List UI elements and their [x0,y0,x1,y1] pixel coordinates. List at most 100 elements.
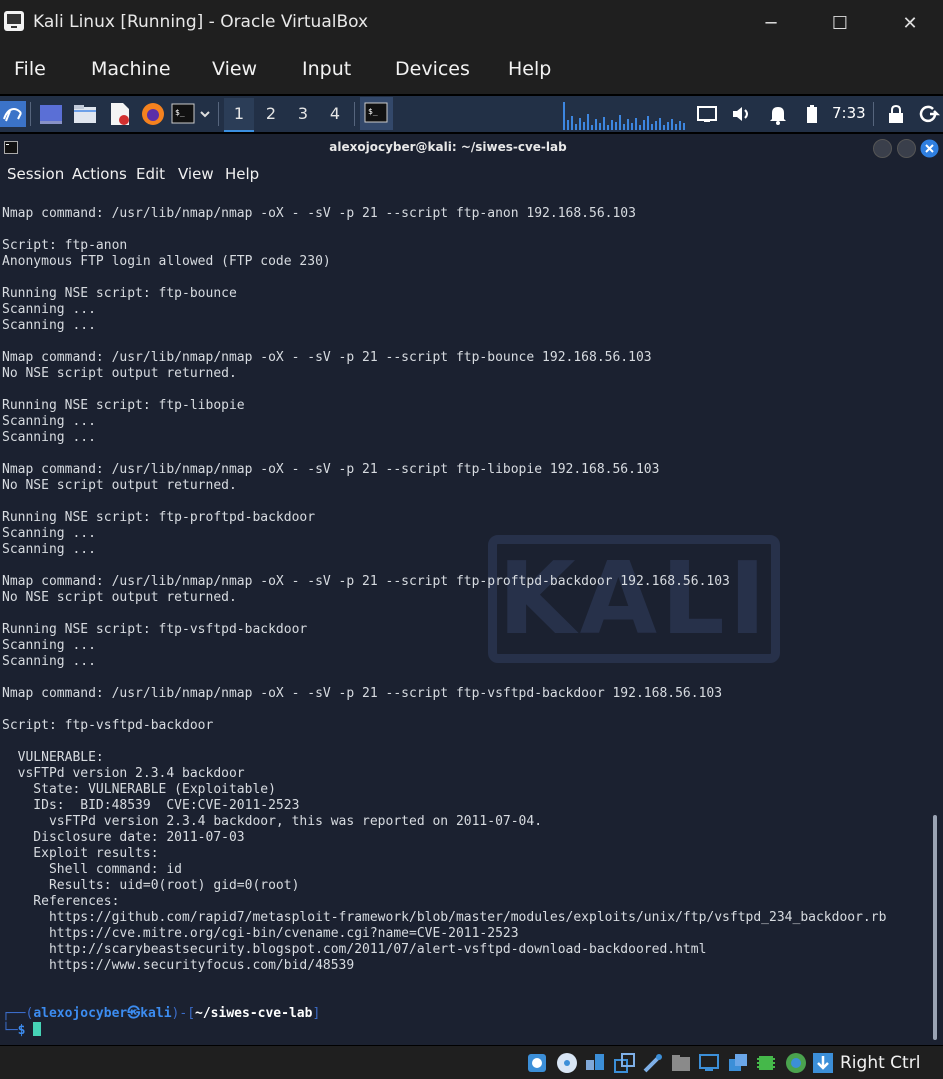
terminal-line: Nmap command: /usr/lib/nmap/nmap -oX - -… [2,574,730,589]
workspace-4[interactable]: 4 [320,98,350,130]
hard-disk-icon[interactable] [526,1052,548,1074]
keyboard-capture-icon[interactable] [812,1052,834,1074]
volume-icon[interactable] [730,102,754,126]
mouse-integration-icon[interactable] [785,1052,807,1074]
menu-help[interactable]: Help [508,58,551,80]
terminal-line: Scanning ... [2,302,96,317]
svg-text:$_: $_ [368,107,378,116]
desktop-icon[interactable] [39,102,63,126]
terminal-line: Exploit results: [2,846,159,861]
menu-view[interactable]: View [212,58,257,80]
terminal-line: vsFTPd version 2.3.4 backdoor, this was … [2,814,543,829]
terminal-line: IDs: BID:48539 CVE:CVE-2011-2523 [2,798,300,813]
terminal-line: Running NSE script: ftp-vsftpd-backdoor [2,622,308,637]
terminal-line: Scanning ... [2,430,96,445]
network-icon[interactable] [614,1052,636,1074]
terminal-menubar: Session Actions Edit View Help [0,161,943,187]
menu-input[interactable]: Input [302,58,351,80]
terminal-line: No NSE script output returned. [2,590,237,605]
menu-machine[interactable]: Machine [91,58,171,80]
usb-icon[interactable] [642,1052,664,1074]
optical-drive-icon[interactable] [556,1052,578,1074]
firefox-icon[interactable] [141,102,165,126]
terminal-line: Nmap command: /usr/lib/nmap/nmap -oX - -… [2,686,723,701]
recording-icon[interactable] [727,1052,749,1074]
terminal-line: Scanning ... [2,638,96,653]
minimize-button[interactable]: ─ [750,6,792,40]
terminal-line: Nmap command: /usr/lib/nmap/nmap -oX - -… [2,350,652,365]
virtualbox-app-icon [4,11,24,31]
display-icon[interactable] [695,102,719,126]
terminal-line: Scanning ... [2,526,96,541]
terminal-dropdown-icon[interactable] [198,102,212,126]
shared-folders-icon[interactable] [670,1052,692,1074]
terminal-line: Scanning ... [2,414,96,429]
shell-prompt: ┌──(alexojocyber㉿kali)-[~/siwes-cve-lab]… [2,1006,320,1039]
terminal-line: References: [2,894,120,909]
terminal-menu-view[interactable]: View [178,165,214,183]
lock-icon[interactable] [884,102,908,126]
terminal-line: Scanning ... [2,542,96,557]
terminal-minimize-button[interactable] [873,139,892,158]
terminal-line: Script: ftp-vsftpd-backdoor [2,718,214,733]
menu-devices[interactable]: Devices [395,58,470,80]
display-status-icon[interactable] [698,1052,720,1074]
terminal-menu-help[interactable]: Help [225,165,259,183]
terminal-line: Results: uid=0(root) gid=0(root) [2,878,300,893]
kali-menu-icon[interactable] [0,101,26,127]
maximize-button[interactable]: ☐ [819,6,861,40]
vbox-statusbar: Right Ctrl [0,1046,943,1079]
workspace-2[interactable]: 2 [256,98,286,130]
terminal-line: Nmap command: /usr/lib/nmap/nmap -oX - -… [2,462,660,477]
battery-icon[interactable] [800,102,824,126]
close-button[interactable]: ✕ [889,6,931,40]
prompt-frame-bottom: └─ [2,1023,18,1038]
audio-icon[interactable] [584,1052,606,1074]
prompt-symbol: $ [17,1023,34,1038]
prompt-frame-end: ] [312,1006,321,1021]
prompt-path: ~/siwes-cve-lab [195,1006,313,1021]
terminal-line: No NSE script output returned. [2,478,237,493]
terminal-maximize-button[interactable] [897,139,916,158]
terminal-line: Shell command: id [2,862,183,877]
vbox-menubar: File Machine View Input Devices Help [0,46,943,94]
power-icon[interactable] [916,102,940,126]
terminal-line: Scanning ... [2,318,96,333]
terminal-line: http://scarybeastsecurity.blogspot.com/2… [2,942,707,957]
terminal-output: Nmap command: /usr/lib/nmap/nmap -oX - -… [2,206,886,974]
taskbar-terminal-window[interactable]: $_ [360,97,393,130]
terminal-line: https://www.securityfocus.com/bid/48539 [2,958,355,973]
terminal-line: Running NSE script: ftp-libopie [2,398,245,413]
terminal-menu-session[interactable]: Session [7,165,64,183]
terminal-line: vsFTPd version 2.3.4 backdoor [2,766,245,781]
text-cursor [33,1022,42,1036]
terminal-line: No NSE script output returned. [2,366,237,381]
vbox-titlebar: Kali Linux [Running] - Oracle VirtualBox… [0,0,943,46]
terminal-close-button[interactable] [920,139,939,158]
terminal-line: Script: ftp-anon [2,238,128,253]
file-manager-icon[interactable] [73,102,97,126]
running-terminal-icon: $_ [364,102,388,123]
panel-clock[interactable]: 7:33 [832,104,866,122]
terminal-icon[interactable]: $_ [171,102,195,126]
kali-top-panel: $_ 1 2 3 4 $_ 7:33 [0,96,943,132]
menu-file[interactable]: File [14,58,46,80]
text-editor-icon[interactable] [108,102,132,126]
terminal-line: https://cve.mitre.org/cgi-bin/cvename.cg… [2,926,519,941]
terminal-menu-edit[interactable]: Edit [136,165,165,183]
svg-text:$_: $_ [175,108,185,117]
cpu-graph [563,102,685,130]
terminal-line: VULNERABLE: [2,750,104,765]
terminal-scrollbar[interactable] [933,815,937,1040]
workspace-1[interactable]: 1 [224,98,254,132]
terminal-line: State: VULNERABLE (Exploitable) [2,782,276,797]
prompt-frame-mid: )-[ [171,1006,196,1021]
terminal-line: Anonymous FTP login allowed (FTP code 23… [2,254,331,269]
terminal-titlebar: alexojocyber@kali: ~/siwes-cve-lab [0,134,943,161]
terminal-menu-actions[interactable]: Actions [72,165,127,183]
cpu-icon[interactable] [755,1052,777,1074]
terminal-line: Nmap command: /usr/lib/nmap/nmap -oX - -… [2,206,636,221]
workspace-3[interactable]: 3 [288,98,318,130]
notifications-icon[interactable] [766,102,790,126]
terminal-line: https://github.com/rapid7/metasploit-fra… [2,910,887,925]
